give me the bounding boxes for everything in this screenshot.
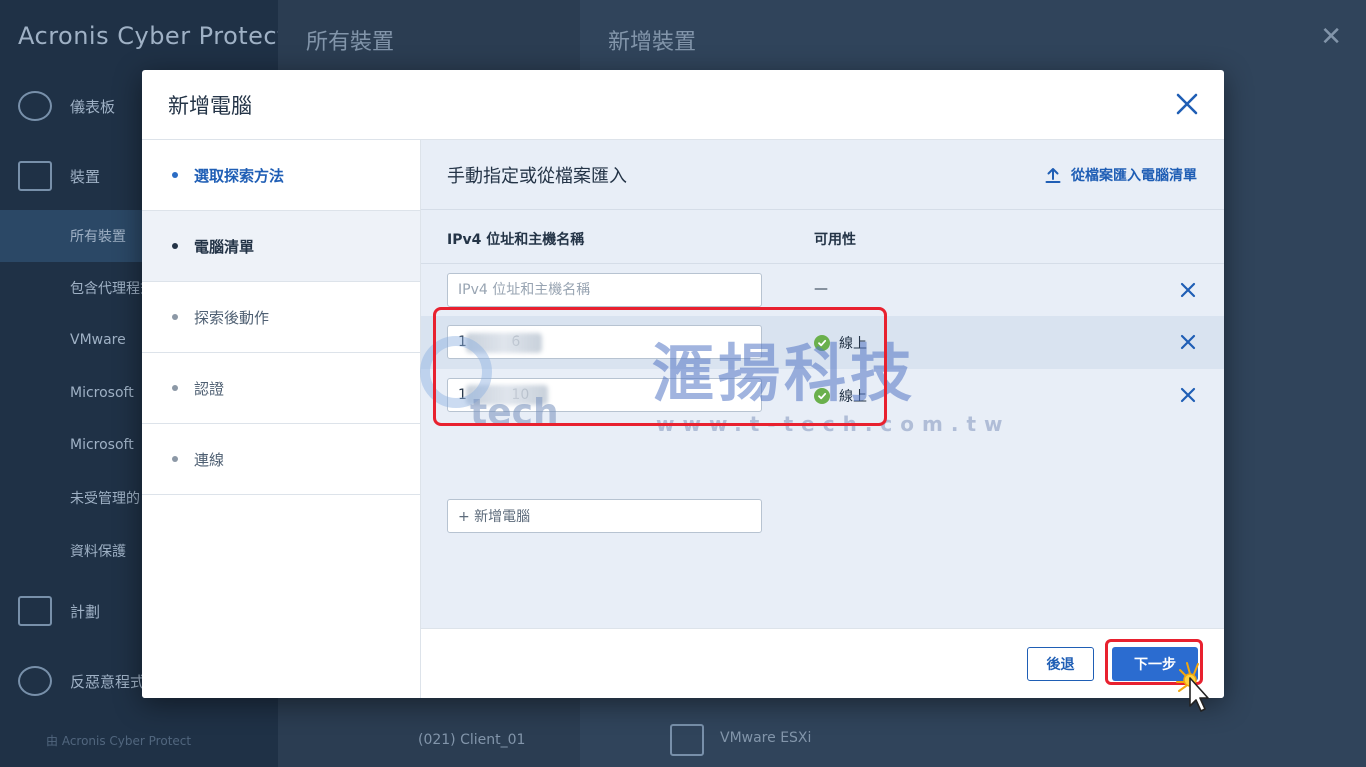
availability-status: 線上 xyxy=(814,333,867,353)
add-device-panel-close-icon[interactable]: ✕ xyxy=(1320,22,1342,52)
step-credentials[interactable]: 認證 xyxy=(142,353,420,424)
step-computer-list[interactable]: 電腦清單 xyxy=(142,211,420,282)
dashboard-icon xyxy=(18,91,52,121)
availability-empty: — xyxy=(814,281,828,297)
dialog-header: 新增電腦 xyxy=(142,70,1224,140)
device-list-title: 所有裝置 xyxy=(306,30,395,55)
step-bullet xyxy=(172,456,178,462)
new-ip-input[interactable] xyxy=(447,273,762,307)
next-button[interactable]: 下一步 xyxy=(1112,647,1198,681)
import-from-file-link[interactable]: 從檔案匯入電腦清單 xyxy=(1045,165,1197,185)
vmware-icon xyxy=(670,724,704,756)
device-list-row[interactable]: (021) Client_01 xyxy=(418,732,525,748)
add-computer-button[interactable]: + 新增電腦 xyxy=(447,499,762,533)
shield-icon xyxy=(18,666,52,696)
close-icon[interactable] xyxy=(1172,89,1202,119)
table-header: IPv4 位址和主機名稱 可用性 xyxy=(421,210,1224,264)
table-row: 線上 xyxy=(421,316,1224,369)
step-bullet xyxy=(172,172,178,178)
table-row: 線上 xyxy=(421,369,1224,422)
add-device-panel-title: 新增裝置 xyxy=(608,30,697,55)
ip-input[interactable] xyxy=(447,378,762,412)
table-row-new: — xyxy=(421,264,1224,317)
step-discovery-method[interactable]: 選取探索方法 xyxy=(142,140,420,211)
check-circle-icon xyxy=(814,388,830,404)
monitor-icon xyxy=(18,161,52,191)
step-connection[interactable]: 連線 xyxy=(142,424,420,495)
dialog-footer: 後退 下一步 xyxy=(421,628,1224,698)
step-post-discovery-action[interactable]: 探索後動作 xyxy=(142,282,420,353)
sidebar-footer: 由 Acronis Cyber Protect xyxy=(46,734,192,748)
panel-header: 手動指定或從檔案匯入 從檔案匯入電腦清單 xyxy=(421,140,1224,210)
panel-title: 手動指定或從檔案匯入 xyxy=(447,165,627,187)
column-header-ip: IPv4 位址和主機名稱 xyxy=(447,232,585,248)
upload-icon xyxy=(1045,167,1061,183)
plans-icon xyxy=(18,596,52,626)
remove-row-icon[interactable] xyxy=(1178,332,1198,352)
check-circle-icon xyxy=(814,335,830,351)
ip-input[interactable] xyxy=(447,325,762,359)
column-header-availability: 可用性 xyxy=(814,232,856,248)
add-device-option-vmware[interactable]: VMware ESXi xyxy=(720,730,811,746)
back-button[interactable]: 後退 xyxy=(1027,647,1094,681)
remove-row-icon[interactable] xyxy=(1178,385,1198,405)
step-bullet xyxy=(172,314,178,320)
availability-status: 線上 xyxy=(814,386,867,406)
step-bullet xyxy=(172,243,178,249)
step-bullet xyxy=(172,385,178,391)
add-computer-dialog: 新增電腦 選取探索方法 電腦清單 探索後動作 認證 連線 手動指定或從檔案匯入 … xyxy=(142,70,1224,698)
wizard-steps: 選取探索方法 電腦清單 探索後動作 認證 連線 xyxy=(142,140,421,698)
dialog-title: 新增電腦 xyxy=(168,93,252,118)
computer-list-panel: 手動指定或從檔案匯入 從檔案匯入電腦清單 IPv4 位址和主機名稱 可用性 — … xyxy=(421,140,1224,628)
brand-logo: Acronis Cyber Protect xyxy=(18,22,288,50)
remove-row-icon[interactable] xyxy=(1178,280,1198,300)
